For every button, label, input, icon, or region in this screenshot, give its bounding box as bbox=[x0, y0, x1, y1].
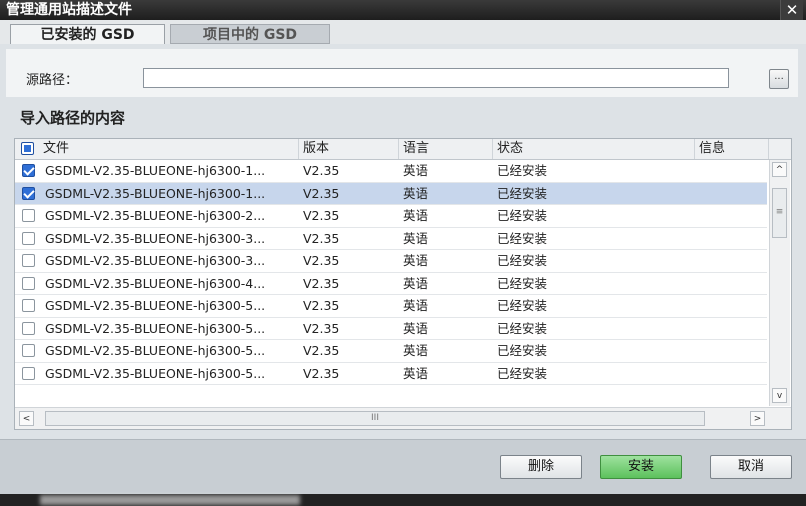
row-checkbox[interactable] bbox=[22, 231, 35, 245]
delete-button[interactable]: 删除 bbox=[500, 455, 582, 479]
scroll-down-arrow-icon[interactable]: v bbox=[772, 388, 787, 403]
browse-button[interactable]: ... bbox=[769, 69, 789, 89]
cell-status: 已经安装 bbox=[497, 343, 548, 358]
cell-version: V2.35 bbox=[303, 343, 340, 358]
column-header-file[interactable]: 文件 bbox=[15, 139, 299, 159]
row-checkbox[interactable] bbox=[22, 209, 35, 222]
close-button[interactable]: ✕ bbox=[780, 0, 803, 20]
cell-version: V2.35 bbox=[303, 163, 340, 178]
cell-language: 英语 bbox=[403, 208, 429, 223]
cell-file: GSDML-V2.35-BLUEONE-hj6300-5... bbox=[45, 343, 266, 358]
cell-language: 英语 bbox=[403, 253, 429, 268]
tab-project-gsd[interactable]: 项目中的 GSD bbox=[170, 24, 330, 44]
table-row[interactable]: GSDML-V2.35-BLUEONE-hj6300-5... V2.35 英语 已经… bbox=[15, 295, 767, 318]
cell-language: 英语 bbox=[403, 163, 429, 178]
row-checkbox[interactable] bbox=[22, 164, 35, 177]
cell-version: V2.35 bbox=[303, 230, 340, 246]
cell-status: 已经安装 bbox=[497, 365, 548, 381]
dialog-body: 源路径： ... 导入路径的内容 文件 版本 语言 状态 信息 GSDML-V2… bbox=[0, 44, 806, 495]
row-checkbox[interactable] bbox=[22, 344, 35, 357]
column-header-info[interactable]: 信息 bbox=[695, 139, 769, 159]
dialog-title: 管理通用站描述文件 bbox=[6, 2, 132, 18]
cell-file: GSDML-V2.35-BLUEONE-hj6300-5... bbox=[45, 320, 266, 336]
row-checkbox[interactable] bbox=[22, 254, 35, 267]
cell-version: V2.35 bbox=[303, 275, 340, 291]
cell-version: V2.35 bbox=[303, 365, 340, 381]
cell-language: 英语 bbox=[403, 230, 429, 246]
source-path-label: 源路径： bbox=[26, 73, 79, 88]
cell-file: GSDML-V2.35-BLUEONE-hj6300-3... bbox=[45, 230, 266, 246]
cell-version: V2.35 bbox=[303, 298, 340, 313]
table-header: 文件 版本 语言 状态 信息 bbox=[15, 139, 791, 160]
row-checkbox[interactable] bbox=[22, 366, 35, 380]
table-row[interactable]: GSDML-V2.35-BLUEONE-hj6300-5... V2.35 英语 已经… bbox=[15, 318, 767, 340]
table-row[interactable]: GSDML-V2.35-BLUEONE-hj6300-4... V2.35 英语 已经… bbox=[15, 273, 767, 295]
row-checkbox[interactable] bbox=[22, 186, 35, 200]
cell-file: GSDML-V2.35-BLUEONE-hj6300-5... bbox=[45, 298, 266, 313]
row-checkbox[interactable] bbox=[22, 321, 35, 335]
scroll-up-arrow-icon[interactable]: ^ bbox=[772, 162, 787, 177]
source-path-input[interactable] bbox=[143, 68, 729, 88]
cell-status: 已经安装 bbox=[497, 163, 548, 178]
cell-version: V2.35 bbox=[303, 185, 340, 201]
cell-language: 英语 bbox=[403, 320, 429, 336]
gsd-file-table: 文件 版本 语言 状态 信息 GSDML-V2.35-BLUEONE-hj630… bbox=[14, 138, 792, 430]
table-row[interactable]: GSDML-V2.35-BLUEONE-hj6300-3... V2.35 英语 已经… bbox=[15, 228, 767, 250]
cell-file: GSDML-V2.35-BLUEONE-hj6300-3... bbox=[45, 253, 266, 268]
cell-version: V2.35 bbox=[303, 320, 340, 336]
table-row[interactable]: GSDML-V2.35-BLUEONE-hj6300-1... V2.35 英语 已经… bbox=[15, 182, 767, 205]
cell-status: 已经安装 bbox=[497, 275, 548, 291]
cell-language: 英语 bbox=[403, 275, 429, 291]
cell-status: 已经安装 bbox=[497, 208, 548, 223]
cell-file: GSDML-V2.35-BLUEONE-hj6300-2... bbox=[45, 208, 266, 223]
horizontal-scrollbar[interactable]: < III > bbox=[15, 407, 791, 429]
cell-file: GSDML-V2.35-BLUEONE-hj6300-4... bbox=[45, 275, 266, 291]
column-label-file: 文件 bbox=[43, 141, 70, 156]
scroll-right-arrow-icon[interactable]: > bbox=[750, 411, 765, 426]
row-checkbox[interactable] bbox=[22, 299, 35, 312]
close-icon: ✕ bbox=[785, 1, 799, 19]
column-header-language[interactable]: 语言 bbox=[399, 139, 493, 159]
cell-status: 已经安装 bbox=[497, 253, 548, 268]
install-button[interactable]: 安装 bbox=[600, 455, 682, 479]
column-header-status[interactable]: 状态 bbox=[493, 139, 695, 159]
tab-installed-gsd[interactable]: 已安装的 GSD bbox=[10, 24, 165, 44]
blurred-background-text bbox=[40, 495, 300, 505]
horizontal-scroll-thumb[interactable]: III bbox=[45, 411, 705, 426]
row-checkbox[interactable] bbox=[22, 276, 35, 290]
select-all-checkbox[interactable] bbox=[21, 142, 34, 155]
cancel-button[interactable]: 取消 bbox=[710, 455, 792, 479]
cell-file: GSDML-V2.35-BLUEONE-hj6300-5... bbox=[45, 365, 266, 381]
import-path-contents-heading: 导入路径的内容 bbox=[20, 109, 126, 127]
cell-status: 已经安装 bbox=[497, 185, 548, 201]
cell-file: GSDML-V2.35-BLUEONE-hj6300-1... bbox=[45, 185, 266, 201]
tab-bar: 已安装的 GSD 项目中的 GSD bbox=[0, 20, 806, 44]
table-row[interactable]: GSDML-V2.35-BLUEONE-hj6300-5... V2.35 英语 已经… bbox=[15, 363, 767, 385]
table-body: GSDML-V2.35-BLUEONE-hj6300-1... V2.35 英语 已经… bbox=[15, 160, 767, 385]
cell-version: V2.35 bbox=[303, 208, 340, 223]
table-row[interactable]: GSDML-V2.35-BLUEONE-hj6300-1... V2.35 英语 已经… bbox=[15, 160, 767, 183]
vertical-scrollbar[interactable]: ^ ≡ v bbox=[769, 160, 790, 406]
manage-gsd-dialog: 管理通用站描述文件 ✕ 已安装的 GSD 项目中的 GSD 源路径： ... 导… bbox=[0, 0, 806, 506]
table-row[interactable]: GSDML-V2.35-BLUEONE-hj6300-5... V2.35 英语 已经… bbox=[15, 340, 767, 363]
cell-status: 已经安装 bbox=[497, 320, 548, 336]
title-bar: 管理通用站描述文件 ✕ bbox=[0, 0, 806, 20]
cell-language: 英语 bbox=[403, 365, 429, 381]
dialog-footer: 删除 安装 取消 bbox=[0, 439, 806, 495]
table-row[interactable]: GSDML-V2.35-BLUEONE-hj6300-2... V2.35 英语 已经… bbox=[15, 205, 767, 228]
cell-version: V2.35 bbox=[303, 253, 340, 268]
vertical-scroll-thumb[interactable]: ≡ bbox=[772, 188, 787, 238]
cell-language: 英语 bbox=[403, 185, 429, 201]
column-header-version[interactable]: 版本 bbox=[299, 139, 399, 159]
cell-file: GSDML-V2.35-BLUEONE-hj6300-1... bbox=[45, 163, 266, 178]
background-strip bbox=[0, 494, 806, 506]
source-path-panel: 源路径： ... bbox=[6, 49, 798, 97]
cell-language: 英语 bbox=[403, 343, 429, 358]
cell-status: 已经安装 bbox=[497, 230, 548, 246]
table-row[interactable]: GSDML-V2.35-BLUEONE-hj6300-3... V2.35 英语 已经… bbox=[15, 250, 767, 273]
scroll-left-arrow-icon[interactable]: < bbox=[19, 411, 34, 426]
cell-language: 英语 bbox=[403, 298, 429, 313]
cell-status: 已经安装 bbox=[497, 298, 548, 313]
